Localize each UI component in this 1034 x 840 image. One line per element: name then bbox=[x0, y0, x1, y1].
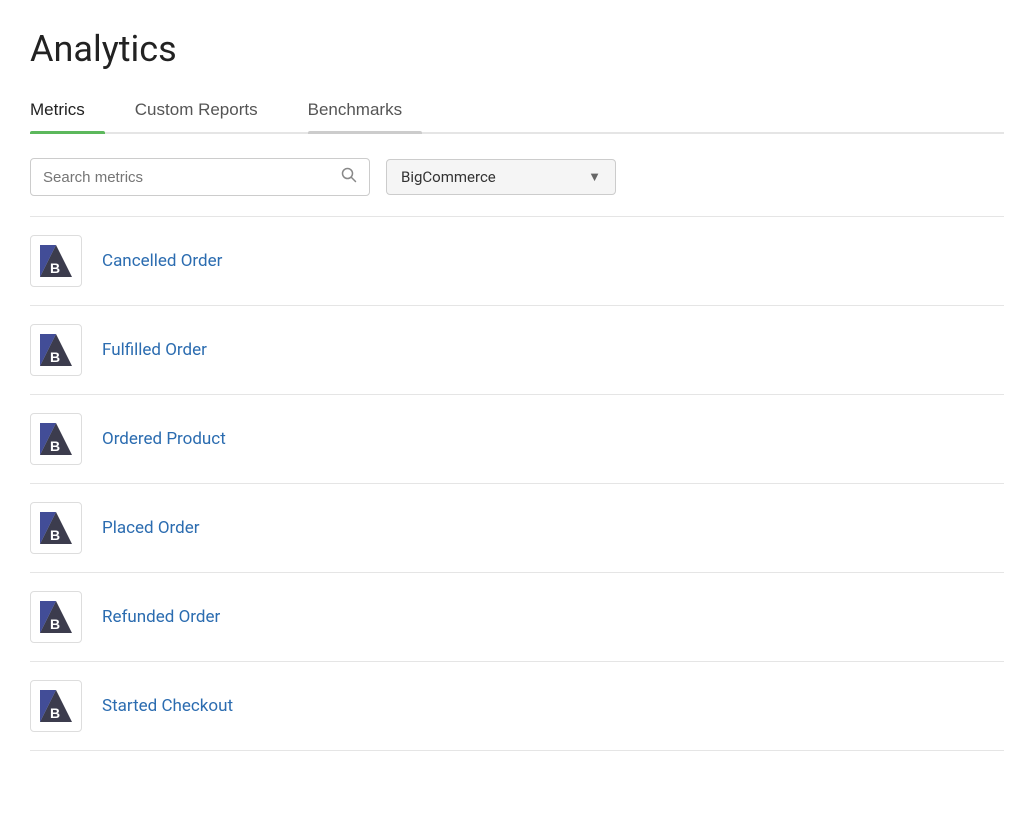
metric-icon: B bbox=[30, 324, 82, 376]
metric-name[interactable]: Cancelled Order bbox=[102, 251, 222, 271]
list-item[interactable]: B Placed Order bbox=[30, 484, 1004, 573]
metric-name[interactable]: Refunded Order bbox=[102, 607, 220, 627]
list-item[interactable]: B Cancelled Order bbox=[30, 217, 1004, 306]
metric-icon: B bbox=[30, 502, 82, 554]
page-header: Analytics Metrics Custom Reports Benchma… bbox=[0, 0, 1034, 134]
metric-name[interactable]: Fulfilled Order bbox=[102, 340, 207, 360]
svg-text:B: B bbox=[50, 260, 60, 276]
main-content: BigCommerce ▼ B Cancelled Order bbox=[0, 134, 1034, 775]
bigcommerce-logo-icon: B bbox=[36, 686, 76, 726]
metric-icon: B bbox=[30, 235, 82, 287]
tab-benchmarks[interactable]: Benchmarks bbox=[308, 90, 422, 132]
metric-name[interactable]: Ordered Product bbox=[102, 429, 226, 449]
bigcommerce-logo-icon: B bbox=[36, 330, 76, 370]
metric-name[interactable]: Placed Order bbox=[102, 518, 199, 538]
tab-metrics[interactable]: Metrics bbox=[30, 90, 105, 132]
dropdown-label: BigCommerce bbox=[401, 168, 496, 186]
metric-name[interactable]: Started Checkout bbox=[102, 696, 233, 716]
list-item[interactable]: B Ordered Product bbox=[30, 395, 1004, 484]
page-title: Analytics bbox=[30, 28, 1004, 70]
bigcommerce-logo-icon: B bbox=[36, 597, 76, 637]
list-item[interactable]: B Refunded Order bbox=[30, 573, 1004, 662]
bigcommerce-logo-icon: B bbox=[36, 508, 76, 548]
metric-icon: B bbox=[30, 413, 82, 465]
platform-dropdown[interactable]: BigCommerce ▼ bbox=[386, 159, 616, 195]
bigcommerce-logo-icon: B bbox=[36, 419, 76, 459]
bigcommerce-logo-icon: B bbox=[36, 241, 76, 281]
metric-icon: B bbox=[30, 591, 82, 643]
search-icon bbox=[341, 167, 357, 187]
list-item[interactable]: B Started Checkout bbox=[30, 662, 1004, 751]
svg-text:B: B bbox=[50, 527, 60, 543]
svg-text:B: B bbox=[50, 349, 60, 365]
tab-custom-reports[interactable]: Custom Reports bbox=[135, 90, 278, 132]
svg-text:B: B bbox=[50, 438, 60, 454]
chevron-down-icon: ▼ bbox=[588, 169, 601, 185]
list-item[interactable]: B Fulfilled Order bbox=[30, 306, 1004, 395]
svg-text:B: B bbox=[50, 705, 60, 721]
metric-icon: B bbox=[30, 680, 82, 732]
search-input[interactable] bbox=[43, 169, 341, 186]
filters-row: BigCommerce ▼ bbox=[30, 158, 1004, 196]
tabs-nav: Metrics Custom Reports Benchmarks bbox=[30, 90, 1004, 134]
search-box[interactable] bbox=[30, 158, 370, 196]
svg-text:B: B bbox=[50, 616, 60, 632]
metric-list: B Cancelled Order B Fulfilled Order bbox=[30, 217, 1004, 751]
